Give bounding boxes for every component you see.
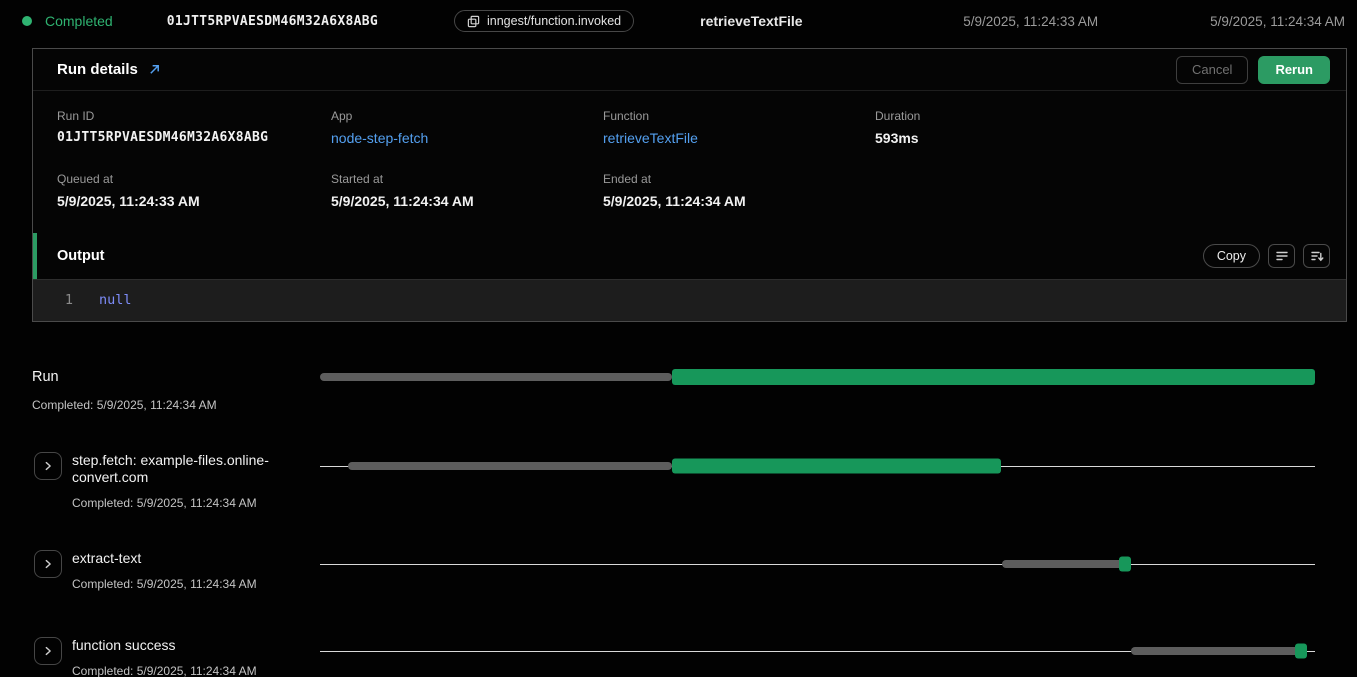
step-track bbox=[320, 457, 1315, 475]
cancel-button[interactable]: Cancel bbox=[1176, 56, 1248, 84]
field-duration: Duration 593ms bbox=[875, 109, 1322, 146]
timeline-run-row: Run Completed: 5/9/2025, 11:24:34 AM bbox=[32, 368, 1315, 412]
step-name: function success bbox=[72, 637, 308, 654]
field-started-at: Started at 5/9/2025, 11:24:34 AM bbox=[331, 172, 603, 209]
chevron-right-icon bbox=[42, 645, 54, 657]
run-queued-bar[interactable] bbox=[320, 373, 672, 381]
external-link-icon[interactable] bbox=[148, 63, 161, 76]
status-dot-icon bbox=[22, 16, 32, 26]
field-value: 593ms bbox=[875, 130, 1322, 146]
field-label: Duration bbox=[875, 109, 1322, 123]
run-exec-bar[interactable] bbox=[672, 369, 1315, 385]
event-icon bbox=[467, 15, 480, 28]
queued-timestamp: 5/9/2025, 11:24:33 AM bbox=[963, 14, 1098, 29]
timeline-step-row: function success Completed: 5/9/2025, 11… bbox=[32, 637, 1315, 677]
field-label: Run ID bbox=[57, 109, 331, 123]
field-run-id: Run ID 01JTT5RPVAESDM46M32A6X8ABG bbox=[57, 109, 331, 146]
line-number: 1 bbox=[33, 291, 73, 309]
field-label: Started at bbox=[331, 172, 603, 186]
field-value: 01JTT5RPVAESDM46M32A6X8ABG bbox=[57, 130, 331, 145]
field-label: Queued at bbox=[57, 172, 331, 186]
output-code-block: 1 null bbox=[33, 279, 1346, 321]
wrap-text-icon-button[interactable] bbox=[1268, 244, 1295, 268]
run-details-title: Run details bbox=[57, 61, 138, 78]
field-app: App node-step-fetch bbox=[331, 109, 603, 146]
function-link[interactable]: retrieveTextFile bbox=[603, 130, 875, 146]
trigger-event-badge[interactable]: inngest/function.invoked bbox=[454, 10, 634, 32]
run-track bbox=[320, 368, 1315, 386]
step-exec-bar[interactable] bbox=[1119, 557, 1131, 572]
run-details-header: Run details Cancel Rerun bbox=[33, 49, 1346, 91]
field-ended-at: Ended at 5/9/2025, 11:24:34 AM bbox=[603, 172, 875, 209]
run-status-label: Completed bbox=[45, 13, 113, 29]
field-label: Function bbox=[603, 109, 875, 123]
function-name: retrieveTextFile bbox=[700, 13, 802, 29]
code-content: null bbox=[99, 291, 132, 309]
step-name: extract-text bbox=[72, 550, 308, 567]
step-expand-button[interactable] bbox=[34, 637, 62, 665]
wrap-text-icon bbox=[1275, 249, 1289, 263]
run-completed-text: Completed: 5/9/2025, 11:24:34 AM bbox=[32, 398, 320, 412]
run-id: 01JTT5RPVAESDM46M32A6X8ABG bbox=[167, 14, 378, 29]
field-value: 5/9/2025, 11:24:34 AM bbox=[603, 193, 875, 209]
copy-button[interactable]: Copy bbox=[1203, 244, 1260, 268]
step-completed-text: Completed: 5/9/2025, 11:24:34 AM bbox=[72, 577, 308, 591]
run-header-bar: Completed 01JTT5RPVAESDM46M32A6X8ABG inn… bbox=[0, 0, 1357, 42]
step-name: step.fetch: example-files.online-convert… bbox=[72, 452, 308, 486]
output-section-header: Output Copy bbox=[33, 233, 1346, 279]
field-label: App bbox=[331, 109, 603, 123]
run-row-label: Run bbox=[32, 368, 320, 386]
step-track bbox=[320, 642, 1315, 660]
step-queued-bar[interactable] bbox=[1002, 560, 1126, 568]
sort-output-icon-button[interactable] bbox=[1303, 244, 1330, 268]
run-timeline: Run Completed: 5/9/2025, 11:24:34 AM ste… bbox=[32, 368, 1315, 677]
field-function: Function retrieveTextFile bbox=[603, 109, 875, 146]
timeline-step-row: step.fetch: example-files.online-convert… bbox=[32, 452, 1315, 510]
step-completed-text: Completed: 5/9/2025, 11:24:34 AM bbox=[72, 496, 308, 510]
field-value: 5/9/2025, 11:24:33 AM bbox=[57, 193, 331, 209]
field-queued-at: Queued at 5/9/2025, 11:24:33 AM bbox=[57, 172, 331, 209]
timeline-step-row: extract-text Completed: 5/9/2025, 11:24:… bbox=[32, 550, 1315, 591]
step-exec-bar[interactable] bbox=[1295, 644, 1307, 659]
step-expand-button[interactable] bbox=[34, 452, 62, 480]
app-link[interactable]: node-step-fetch bbox=[331, 130, 603, 146]
code-line: 1 null bbox=[33, 291, 1346, 309]
field-value: 5/9/2025, 11:24:34 AM bbox=[331, 193, 603, 209]
step-track bbox=[320, 555, 1315, 573]
run-details-grid: Run ID 01JTT5RPVAESDM46M32A6X8ABG App no… bbox=[33, 91, 1346, 233]
output-title: Output bbox=[57, 248, 105, 264]
rerun-button[interactable]: Rerun bbox=[1258, 56, 1330, 84]
event-name: inngest/function.invoked bbox=[487, 14, 621, 28]
sort-descending-icon bbox=[1310, 249, 1324, 263]
output-accent-bar bbox=[33, 233, 37, 279]
field-label: Ended at bbox=[603, 172, 875, 186]
step-queued-bar[interactable] bbox=[1131, 647, 1299, 655]
started-timestamp: 5/9/2025, 11:24:34 AM bbox=[1210, 14, 1345, 29]
step-queued-bar[interactable] bbox=[348, 462, 672, 470]
step-completed-text: Completed: 5/9/2025, 11:24:34 AM bbox=[72, 664, 308, 677]
chevron-right-icon bbox=[42, 460, 54, 472]
step-exec-bar[interactable] bbox=[672, 459, 1000, 474]
chevron-right-icon bbox=[42, 558, 54, 570]
step-expand-button[interactable] bbox=[34, 550, 62, 578]
run-details-card: Run details Cancel Rerun Run ID 01JTT5RP… bbox=[32, 48, 1347, 322]
